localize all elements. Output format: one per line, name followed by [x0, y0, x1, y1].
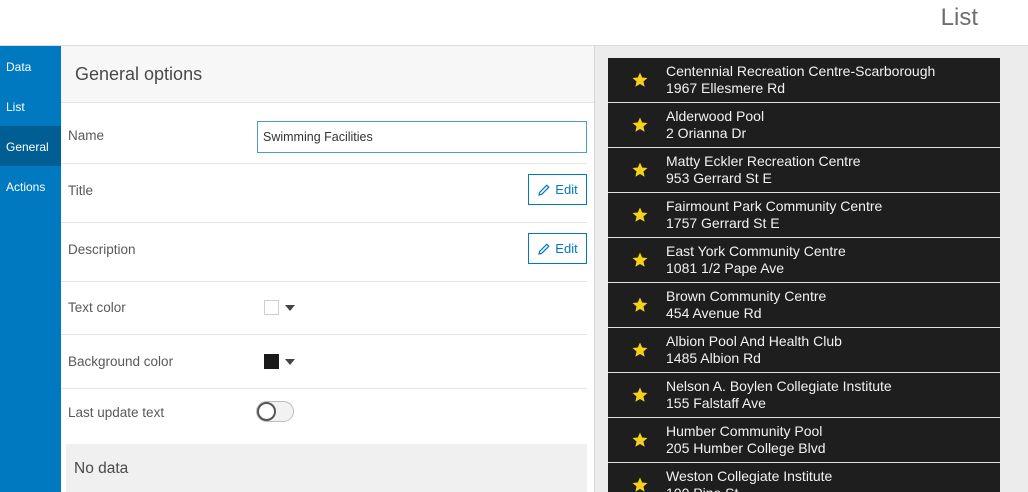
description-edit-label: Edit — [555, 241, 578, 256]
facility-address: 454 Avenue Rd — [666, 305, 762, 321]
list-item[interactable]: Brown Community Centre 454 Avenue Rd — [608, 283, 1000, 328]
facility-name: Albion Pool And Health Club — [666, 333, 842, 349]
description-label: Description — [68, 242, 136, 257]
star-icon — [632, 297, 648, 312]
list-preview: Centennial Recreation Centre-Scarborough… — [594, 46, 1028, 492]
list-item[interactable]: Fairmount Park Community Centre 1757 Gerr… — [608, 193, 1000, 238]
facility-name: Humber Community Pool — [666, 423, 823, 439]
toggle-knob — [257, 402, 276, 421]
background-color-row: Background color — [61, 335, 587, 389]
name-row: Name — [61, 103, 587, 164]
list-item[interactable]: Nelson A. Boylen Collegiate Institute 155… — [608, 373, 1000, 418]
last-update-row: Last update text — [61, 389, 587, 444]
text-color-picker[interactable] — [264, 300, 295, 315]
title-edit-button[interactable]: Edit — [528, 174, 587, 205]
facility-name: Brown Community Centre — [666, 288, 827, 304]
name-label: Name — [68, 128, 105, 143]
panel-title: General options — [75, 64, 203, 84]
star-icon — [632, 72, 648, 87]
side-nav: Data List General Actions — [0, 46, 61, 492]
star-icon — [632, 252, 648, 267]
nav-item-data[interactable]: Data — [0, 46, 61, 86]
name-input[interactable] — [257, 121, 587, 153]
facility-address: 1757 Gerrard St E — [666, 215, 780, 231]
widget-title: List — [940, 4, 978, 31]
facility-name: Nelson A. Boylen Collegiate Institute — [666, 378, 892, 394]
list-item[interactable]: Alderwood Pool 2 Orianna Dr — [608, 103, 1000, 148]
list-item[interactable]: Weston Collegiate Institute100 Pine St — [608, 463, 1000, 492]
title-edit-label: Edit — [555, 182, 578, 197]
list-item[interactable]: East York Community Centre 1081 1/2 Pape … — [608, 238, 1000, 283]
list-item[interactable]: Matty Eckler Recreation Centre 953 Gerrar… — [608, 148, 1000, 193]
facility-address: 205 Humber College Blvd — [666, 440, 826, 456]
star-icon — [632, 207, 648, 222]
facility-address: 2 Orianna Dr — [666, 125, 747, 141]
no-data-message: No data — [66, 444, 587, 492]
star-icon — [632, 477, 648, 492]
facility-name: Matty Eckler Recreation Centre — [666, 153, 861, 169]
star-icon — [632, 162, 648, 177]
facility-address: 1081 1/2 Pape Ave — [666, 260, 785, 276]
text-color-swatch — [264, 300, 279, 315]
facility-name: Weston Collegiate Institute — [666, 468, 833, 484]
facility-name: East York Community Centre — [666, 243, 846, 259]
background-color-label: Background color — [68, 354, 174, 369]
caret-down-icon — [285, 358, 295, 365]
star-icon — [632, 387, 648, 402]
list-item[interactable]: Humber Community Pool 205 Humber College … — [608, 418, 1000, 463]
list-item[interactable]: Centennial Recreation Centre-Scarborough… — [608, 58, 1000, 103]
title-label: Title — [68, 183, 94, 198]
nav-item-list[interactable]: List — [0, 86, 61, 126]
title-row: Title Edit — [61, 164, 587, 223]
facility-list: Centennial Recreation Centre-Scarborough… — [608, 58, 1000, 492]
last-update-toggle[interactable] — [256, 401, 294, 422]
description-edit-button[interactable]: Edit — [528, 233, 587, 264]
facility-name: Fairmount Park Community Centre — [666, 198, 883, 214]
settings-panel: General options Name Title Edit Descript… — [61, 46, 594, 492]
pencil-icon — [538, 183, 550, 196]
facility-address: 1967 Ellesmere Rd — [666, 80, 786, 96]
facility-address: 155 Falstaff Ave — [666, 395, 766, 411]
star-icon — [632, 432, 648, 447]
nav-item-general[interactable]: General — [0, 126, 61, 166]
text-color-row: Text color — [61, 282, 587, 335]
background-color-picker[interactable] — [264, 354, 295, 369]
nav-item-actions[interactable]: Actions — [0, 166, 61, 206]
facility-address: 953 Gerrard St E — [666, 170, 772, 186]
pencil-icon — [538, 242, 550, 255]
last-update-label: Last update text — [68, 405, 165, 420]
star-icon — [632, 342, 648, 357]
star-icon — [632, 117, 648, 132]
panel-header: General options — [61, 46, 594, 103]
facility-name: Alderwood Pool — [666, 108, 765, 124]
facility-name: Centennial Recreation Centre-Scarborough — [666, 63, 936, 79]
description-row: Description Edit — [61, 223, 587, 282]
list-item[interactable]: Albion Pool And Health Club 1485 Albion R… — [608, 328, 1000, 373]
facility-address: 100 Pine St — [666, 485, 738, 492]
caret-down-icon — [285, 304, 295, 311]
facility-address: 1485 Albion Rd — [666, 350, 761, 366]
top-bar: List — [0, 0, 1028, 46]
text-color-label: Text color — [68, 300, 126, 315]
background-color-swatch — [264, 354, 279, 369]
